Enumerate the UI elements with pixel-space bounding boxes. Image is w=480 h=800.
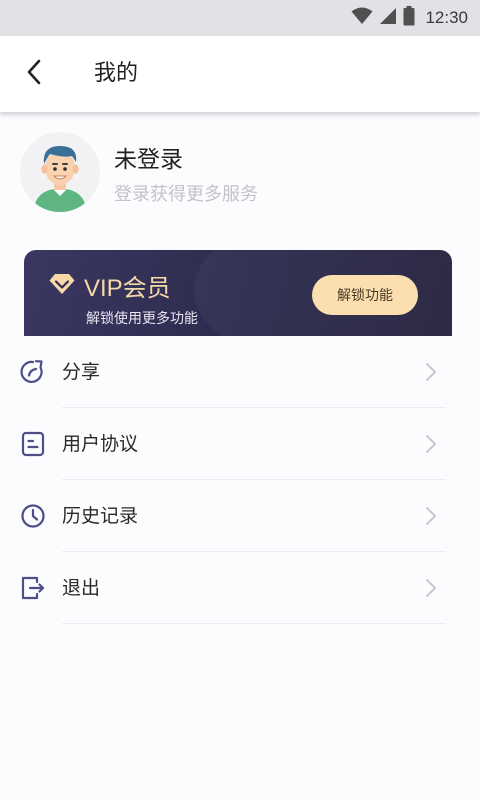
status-time: 12:30 <box>425 8 468 27</box>
battery-icon <box>403 6 415 30</box>
menu-item-logout[interactable]: 退出 <box>0 552 480 624</box>
menu-item-label: 退出 <box>62 577 101 599</box>
profile-section[interactable]: 未登录 登录获得更多服务 <box>20 132 460 216</box>
menu-item-history[interactable]: 历史记录 <box>0 480 480 552</box>
chevron-right-icon <box>424 578 438 598</box>
cellular-signal-icon <box>379 7 397 29</box>
back-button[interactable] <box>14 54 54 94</box>
avatar[interactable] <box>20 132 100 212</box>
clock-icon <box>20 503 46 529</box>
divider <box>62 623 446 624</box>
menu-item-share[interactable]: 分享 <box>0 336 480 408</box>
menu-list: 分享 用户协议 历史记录 退出 <box>0 336 480 624</box>
page-title: 我的 <box>94 61 139 86</box>
chevron-right-icon <box>424 362 438 382</box>
status-icons: 12:30 <box>351 0 468 36</box>
chevron-right-icon <box>424 434 438 454</box>
back-arrow-icon <box>26 59 42 89</box>
vip-card: VIP会员 解锁使用更多功能 解锁功能 <box>24 250 452 336</box>
agreement-icon <box>20 431 46 457</box>
unlock-features-button[interactable]: 解锁功能 <box>312 275 418 315</box>
wifi-icon <box>351 7 373 29</box>
diamond-icon <box>48 272 76 300</box>
vip-subtitle: 解锁使用更多功能 <box>86 311 198 327</box>
app-bar: 我的 <box>0 36 480 112</box>
username[interactable]: 未登录 <box>114 140 183 174</box>
menu-item-label: 分享 <box>62 361 101 383</box>
share-icon <box>20 359 46 385</box>
menu-item-label: 历史记录 <box>62 505 139 527</box>
menu-item-user-agreement[interactable]: 用户协议 <box>0 408 480 480</box>
logout-icon <box>20 575 46 601</box>
login-hint: 登录获得更多服务 <box>114 184 258 205</box>
vip-title: VIP会员 <box>84 275 171 302</box>
chevron-right-icon <box>424 506 438 526</box>
menu-item-label: 用户协议 <box>62 433 139 455</box>
status-bar: 12:30 <box>0 0 480 36</box>
